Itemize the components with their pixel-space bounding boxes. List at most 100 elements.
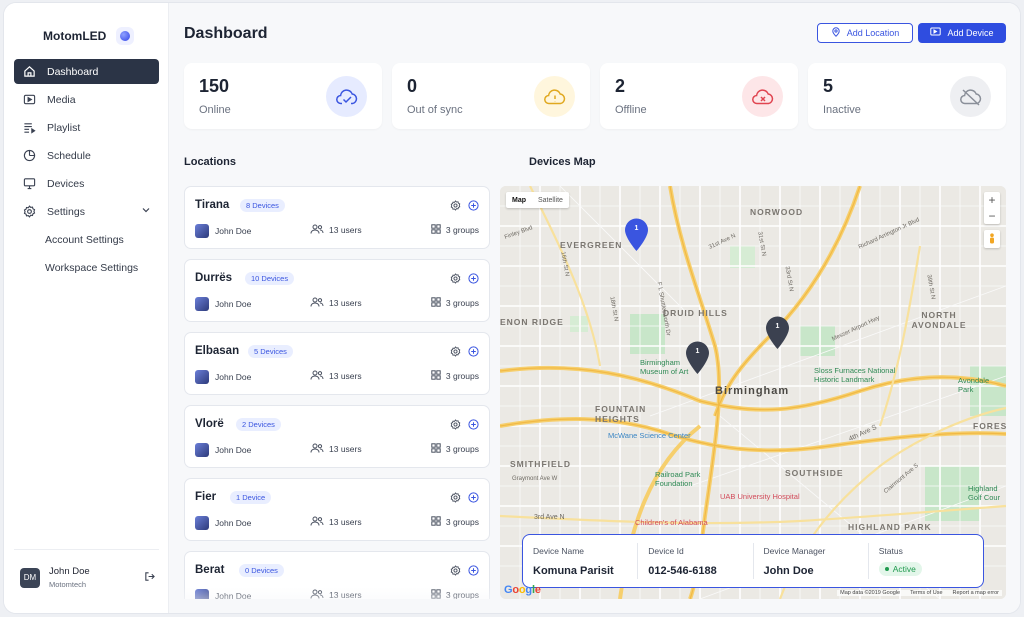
map-type-map[interactable]: Map <box>506 192 532 208</box>
stat-label: Inactive <box>823 104 861 116</box>
terms-link[interactable]: Terms of Use <box>910 590 942 596</box>
add-device-button[interactable]: Add Device <box>918 23 1006 43</box>
map-type-toggle[interactable]: Map Satellite <box>506 192 569 208</box>
sidebar-item-label: Playlist <box>47 121 81 134</box>
cloud-x-icon <box>742 76 783 117</box>
avatar <box>195 224 209 238</box>
device-manager-label: Device Manager <box>763 546 826 556</box>
device-count-badge: 1 Device <box>230 491 272 504</box>
device-count-badge: 2 Devices <box>236 418 281 431</box>
report-error-link[interactable]: Report a map error <box>953 590 999 596</box>
location-meta: John Doe 13 users 3 groups <box>195 224 479 238</box>
gear-icon[interactable] <box>450 271 461 289</box>
gear-icon[interactable] <box>450 198 461 216</box>
map-label: HIGHLAND PARK <box>848 522 932 532</box>
map-pin[interactable]: 1 <box>685 341 710 375</box>
location-actions <box>450 271 479 289</box>
chevron-down-icon[interactable] <box>141 205 151 218</box>
sidebar-item-label: Media <box>47 93 76 106</box>
map-pin[interactable]: 1 <box>624 218 649 252</box>
sidebar-item-devices[interactable]: Devices <box>14 171 159 196</box>
users-count: 13 users <box>329 371 362 381</box>
location-owner: John Doe <box>195 297 251 311</box>
location-groups: 3 groups <box>431 224 479 236</box>
map-label: SOUTHSIDE <box>785 468 844 478</box>
location-card[interactable]: Elbasan 5 Devices John Doe 13 users 3 groups <box>184 332 490 395</box>
grid-icon <box>431 516 441 528</box>
location-card[interactable]: Fier 1 Device John Doe 13 users 3 groups <box>184 478 490 541</box>
zoom-out-button[interactable]: − <box>984 208 1000 224</box>
add-location-button[interactable]: Add Location <box>817 23 913 43</box>
page-title: Dashboard <box>184 25 268 42</box>
list-fade <box>184 587 491 613</box>
device-name-value: Komuna Parisit <box>533 565 614 577</box>
device-count-badge: 8 Devices <box>240 199 285 212</box>
sidebar-item-account-settings[interactable]: Account Settings <box>14 227 159 252</box>
stat-label: Online <box>199 104 231 116</box>
sidebar-item-schedule[interactable]: Schedule <box>14 143 159 168</box>
location-meta: John Doe 13 users 3 groups <box>195 443 479 457</box>
add-circle-icon[interactable] <box>468 417 479 435</box>
location-city: Fier <box>195 491 217 503</box>
add-circle-icon[interactable] <box>468 198 479 216</box>
stat-card-online[interactable]: 150 Online <box>184 63 382 129</box>
zoom-in-button[interactable]: + <box>984 192 1000 208</box>
map-label: ENON RIDGE <box>500 317 564 327</box>
device-count-badge: 5 Devices <box>248 345 293 358</box>
users-count: 13 users <box>329 444 362 454</box>
location-city: Tirana <box>195 199 230 211</box>
sidebar-item-media[interactable]: Media <box>14 87 159 112</box>
street-view-icon[interactable] <box>984 230 1000 248</box>
logout-icon[interactable] <box>144 569 155 587</box>
users-icon <box>310 443 324 455</box>
map-label: SMITHFIELD <box>510 459 571 469</box>
map-label: FOUNTAIN HEIGHTS <box>595 404 647 424</box>
sidebar-item-label: Settings <box>47 205 85 218</box>
add-circle-icon[interactable] <box>468 490 479 508</box>
location-actions <box>450 198 479 216</box>
groups-count: 3 groups <box>445 298 479 308</box>
brand[interactable]: MotomLED <box>43 27 135 45</box>
users-icon <box>310 224 324 236</box>
add-circle-icon[interactable] <box>468 563 479 581</box>
stat-card-inactive[interactable]: 5 Inactive <box>808 63 1006 129</box>
add-circle-icon[interactable] <box>468 344 479 362</box>
stat-card-out-of-sync[interactable]: 0 Out of sync <box>392 63 590 129</box>
sidebar-item-playlist[interactable]: Playlist <box>14 115 159 140</box>
devices-map[interactable]: Map Satellite + − NORWOOD EVERGREEN DRUI… <box>500 186 1006 599</box>
gear-icon[interactable] <box>450 417 461 435</box>
user-info: John Doe Motomtech <box>49 566 90 589</box>
location-city: Durrës <box>195 272 233 284</box>
map-label: NORWOOD <box>750 207 804 217</box>
stat-card-offline[interactable]: 2 Offline <box>600 63 798 129</box>
map-pin[interactable]: 1 <box>765 316 790 350</box>
owner-name: John Doe <box>215 518 252 528</box>
add-device-icon <box>930 27 942 39</box>
map-label: FORES <box>973 421 1006 431</box>
media-icon <box>22 93 36 107</box>
device-id-label: Device Id <box>648 546 684 556</box>
gear-icon[interactable] <box>450 344 461 362</box>
sidebar-item-dashboard[interactable]: Dashboard <box>14 59 159 84</box>
location-owner: John Doe <box>195 516 251 530</box>
location-groups: 3 groups <box>431 297 479 309</box>
sidebar-item-settings[interactable]: Settings <box>14 199 159 224</box>
location-meta: John Doe 13 users 3 groups <box>195 297 479 311</box>
map-street: Graymont Ave W <box>512 476 558 482</box>
map-type-satellite[interactable]: Satellite <box>532 192 569 208</box>
gear-icon[interactable] <box>450 563 461 581</box>
owner-name: John Doe <box>215 299 252 309</box>
stat-value: 5 <box>823 76 834 96</box>
location-actions <box>450 490 479 508</box>
location-card[interactable]: Tirana 8 Devices John Doe 13 users 3 groups <box>184 186 490 249</box>
users-count: 13 users <box>329 298 362 308</box>
add-circle-icon[interactable] <box>468 271 479 289</box>
gear-icon[interactable] <box>450 490 461 508</box>
device-info-card[interactable]: Device Name Komuna Parisit Device Id 012… <box>522 534 984 588</box>
avatar: DM <box>20 567 40 588</box>
device-name-column: Device Name Komuna Parisit <box>523 543 639 579</box>
sidebar-item-workspace-settings[interactable]: Workspace Settings <box>14 255 159 280</box>
location-card[interactable]: Durrës 10 Devices John Doe 13 users 3 groups <box>184 259 490 322</box>
location-card[interactable]: Vlorë 2 Devices John Doe 13 users 3 groups <box>184 405 490 468</box>
user-profile[interactable]: DM John Doe Motomtech <box>14 549 159 589</box>
